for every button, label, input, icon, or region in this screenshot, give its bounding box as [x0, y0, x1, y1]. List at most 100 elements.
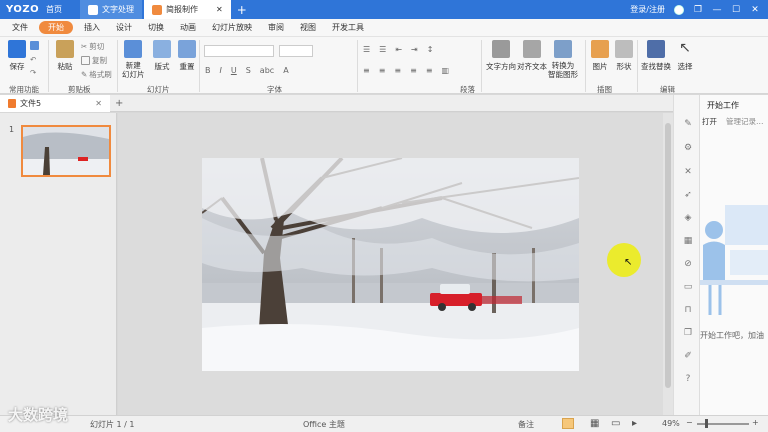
- redo-button[interactable]: ↷: [30, 68, 36, 77]
- slideshow-icon[interactable]: ▸: [632, 418, 644, 429]
- pen-icon[interactable]: ✎: [683, 119, 693, 129]
- close-document-icon[interactable]: ✕: [95, 99, 102, 108]
- menu-view[interactable]: 视图: [292, 22, 324, 33]
- select-button[interactable]: ↖ 选择: [676, 40, 694, 72]
- ribbon-divider: [357, 40, 358, 92]
- ribbon: 保存 ↶ ↷ 常用功能 粘贴 ✂ 剪切 复制 ✎ 格式刷 剪贴板 新建 幻灯片 版式…: [0, 37, 768, 94]
- reading-view-icon[interactable]: ▭: [611, 418, 623, 429]
- close-tab-icon[interactable]: ✕: [216, 5, 223, 14]
- font-family-select[interactable]: [204, 45, 274, 57]
- restore-icon[interactable]: ❐: [693, 5, 703, 15]
- task-pane: 开始工作 打开 管理记录… 开始工作吧，加油: [700, 95, 768, 415]
- format-painter-button[interactable]: ✎ 格式刷: [81, 69, 112, 80]
- minimize-icon[interactable]: —: [712, 5, 722, 15]
- home-tab[interactable]: 首页: [46, 4, 74, 15]
- strikethrough-icon[interactable]: abc: [260, 66, 274, 75]
- line-spacing-icon[interactable]: ↕: [427, 45, 434, 54]
- grid-icon[interactable]: ▦: [683, 236, 693, 246]
- vertical-scrollbar[interactable]: [663, 113, 673, 415]
- login-link[interactable]: 登录/注册: [630, 4, 665, 15]
- avatar[interactable]: [674, 4, 684, 15]
- shape-button[interactable]: 形状: [615, 40, 633, 72]
- brush-icon: ✎: [81, 70, 88, 79]
- shapes-icon[interactable]: ◈: [683, 213, 693, 223]
- layout-button[interactable]: 版式: [153, 40, 171, 72]
- manage-records-link[interactable]: 管理记录…: [726, 116, 764, 127]
- menu-home[interactable]: 开始: [39, 21, 73, 34]
- menu-review[interactable]: 审阅: [260, 22, 292, 33]
- group-label-common: 常用功能: [9, 85, 39, 94]
- columns-icon[interactable]: ▥: [442, 66, 450, 75]
- bullet-list-icon[interactable]: ☰: [363, 45, 370, 54]
- slide-image[interactable]: [202, 158, 579, 371]
- slide-thumbnail[interactable]: [21, 125, 111, 177]
- align-left-icon[interactable]: ≡: [363, 66, 370, 75]
- app-logo: YOZO: [6, 4, 40, 15]
- menu-insert[interactable]: 插入: [76, 22, 108, 33]
- comment-icon[interactable]: ▭: [683, 282, 693, 292]
- decrease-indent-icon[interactable]: ⇤: [395, 45, 402, 54]
- shadow-icon[interactable]: S: [246, 66, 251, 75]
- status-bar: 幻灯片 1 / 1 Office 主题 备注 ▦ ▭ ▸ 49% − +: [0, 415, 768, 432]
- scrollbar-thumb[interactable]: [665, 123, 671, 388]
- reset-button[interactable]: 重置: [178, 40, 196, 72]
- tab-word-processing[interactable]: 文字处理: [80, 0, 142, 19]
- bold-icon[interactable]: B: [205, 66, 211, 75]
- zoom-out-icon[interactable]: −: [686, 418, 693, 427]
- menu-transitions[interactable]: 切换: [140, 22, 172, 33]
- slide-sorter-icon[interactable]: ▦: [590, 418, 602, 429]
- print-button[interactable]: [30, 41, 39, 50]
- document-tab[interactable]: 文件5 ✕: [0, 94, 110, 112]
- copy-pages-icon[interactable]: ❐: [683, 328, 693, 338]
- align-center-icon[interactable]: ≡: [379, 66, 386, 75]
- open-link[interactable]: 打开: [702, 116, 717, 127]
- justify-icon[interactable]: ≡: [410, 66, 417, 75]
- menu-developer[interactable]: 开发工具: [324, 22, 372, 33]
- numbered-list-icon[interactable]: ☰: [379, 45, 386, 54]
- align-text-button[interactable]: 对齐文本: [517, 40, 547, 72]
- font-color-icon[interactable]: A: [283, 66, 288, 75]
- zoom-slider-handle[interactable]: [705, 419, 708, 428]
- new-slide-button[interactable]: 新建 幻灯片: [122, 40, 145, 79]
- menu-animations[interactable]: 动画: [172, 22, 204, 33]
- link-icon[interactable]: ⊘: [683, 259, 693, 269]
- undo-button[interactable]: ↶: [30, 55, 36, 64]
- save-button[interactable]: 保存: [8, 40, 26, 72]
- text-direction-button[interactable]: 文字方向: [486, 40, 516, 72]
- menu-slideshow[interactable]: 幻灯片放映: [204, 22, 260, 33]
- menu-design[interactable]: 设计: [108, 22, 140, 33]
- font-size-select[interactable]: [279, 45, 313, 57]
- italic-icon[interactable]: I: [220, 66, 222, 75]
- paragraph-toolbar-bottom: ≡ ≡ ≡ ≡ ≡ ▥: [363, 66, 449, 75]
- new-document-button[interactable]: +: [115, 98, 123, 109]
- close-icon[interactable]: ✕: [750, 5, 760, 15]
- notes-toggle[interactable]: 备注: [518, 419, 534, 430]
- tools-icon[interactable]: ✕: [683, 167, 693, 177]
- distribute-icon[interactable]: ≡: [426, 66, 433, 75]
- zoom-in-icon[interactable]: +: [752, 418, 759, 427]
- increase-indent-icon[interactable]: ⇥: [411, 45, 418, 54]
- edit-icon[interactable]: ✐: [683, 351, 693, 361]
- normal-view-icon[interactable]: [562, 418, 574, 429]
- underline-icon[interactable]: U: [231, 66, 237, 75]
- cut-label: 剪切: [89, 42, 105, 51]
- find-replace-button[interactable]: 查找替换: [641, 40, 671, 72]
- settings-sliders-icon[interactable]: ⚙: [683, 143, 693, 153]
- picture-button[interactable]: 图片: [591, 40, 609, 72]
- help-icon[interactable]: ?: [683, 374, 693, 384]
- tab-presentation[interactable]: 简报制作 ✕: [144, 0, 231, 19]
- menu-file[interactable]: 文件: [0, 22, 36, 33]
- slide-canvas[interactable]: ↖: [118, 113, 663, 415]
- layout-label: 版式: [154, 62, 170, 71]
- align-right-icon[interactable]: ≡: [394, 66, 401, 75]
- new-tab-button[interactable]: +: [237, 3, 247, 17]
- rocket-icon[interactable]: ➶: [683, 190, 693, 200]
- bookmark-icon[interactable]: ⊓: [683, 305, 693, 315]
- paragraph-toolbar-top: ☰ ☰ ⇤ ⇥ ↕: [363, 45, 433, 54]
- paste-button[interactable]: 粘贴: [56, 40, 74, 72]
- maximize-icon[interactable]: ☐: [731, 5, 741, 15]
- cut-button[interactable]: ✂ 剪切: [81, 41, 104, 52]
- copy-button[interactable]: 复制: [81, 55, 107, 66]
- new-slide-label: 新建 幻灯片: [122, 61, 145, 79]
- smartart-button[interactable]: 转换为 智能图形: [548, 40, 578, 79]
